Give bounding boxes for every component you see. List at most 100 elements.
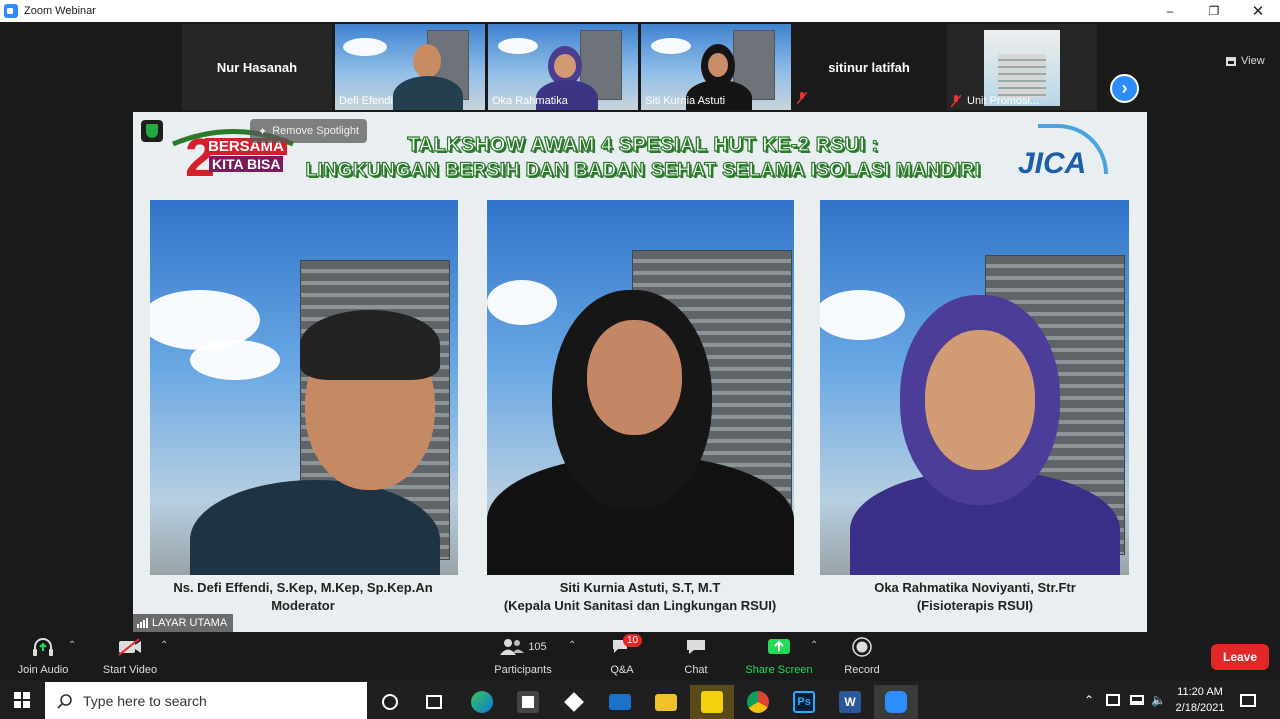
speaker-caption: Ns. Defi Effendi, S.Kep, M.Kep, Sp.Kep.A… (133, 579, 473, 615)
photoshop-icon[interactable]: Ps (782, 685, 826, 719)
windows-taskbar: Type here to search Ps W ⌃ 🔈 11:20 AM 2/… (0, 681, 1280, 719)
network-icon[interactable] (1130, 681, 1144, 719)
chat-label: Chat (684, 664, 708, 676)
volume-muted-icon[interactable]: 🔈 (1151, 681, 1166, 719)
share-options-caret-icon[interactable]: ⌃ (810, 640, 818, 651)
view-button[interactable]: View (1226, 55, 1265, 67)
participant-tile[interactable]: Unit Promosi... (947, 24, 1097, 110)
video-off-icon (118, 638, 141, 656)
record-button[interactable]: Record (840, 636, 884, 676)
join-audio-button[interactable]: Join Audio (12, 636, 74, 676)
qa-button[interactable]: 10 Q&A (600, 634, 644, 676)
speaker-name: Ns. Defi Effendi, S.Kep, M.Kep, Sp.Kep.A… (173, 580, 433, 595)
banner-title-line2: LINGKUNGAN BERSIH DAN BADAN SEHAT SELAMA… (305, 159, 981, 181)
headphones-icon (33, 638, 53, 656)
start-video-button[interactable]: Start Video (98, 636, 162, 676)
taskbar-clock[interactable]: 11:20 AM 2/18/2021 (1168, 684, 1232, 716)
share-screen-label: Share Screen (745, 664, 813, 676)
speaker-caption: Oka Rahmatika Noviyanti, Str.Ftr (Fisiot… (805, 579, 1145, 615)
muted-mic-icon (951, 95, 961, 107)
leave-button[interactable]: Leave (1211, 644, 1269, 670)
taskbar-search-box[interactable]: Type here to search (45, 682, 367, 719)
edge-browser-icon[interactable] (460, 685, 504, 719)
windows-start-icon[interactable] (14, 692, 30, 708)
window-titlebar: Zoom Webinar – ❐ ✕ (0, 0, 1280, 22)
banner-title-line1: TALKSHOW AWAM 4 SPESIAL HUT KE-2 RSUI : (407, 133, 879, 156)
participants-icon (500, 639, 525, 655)
speaker-name: Siti Kurnia Astuti, S.T, M.T (559, 580, 721, 595)
qa-label: Q&A (610, 664, 634, 676)
shield-icon (146, 124, 158, 138)
participant-name: Unit Promosi... (967, 95, 1040, 107)
store-icon[interactable] (506, 685, 550, 719)
logo-text-line: KITA BISA (209, 156, 284, 172)
signal-bars-icon (137, 618, 148, 628)
participant-tile[interactable]: sitinur latifah (794, 24, 944, 110)
speaker-name: Oka Rahmatika Noviyanti, Str.Ftr (874, 580, 1076, 595)
search-icon (57, 693, 72, 709)
speaker-video-panel (487, 200, 794, 575)
participant-name: Nur Hasanah (216, 59, 298, 75)
tray-overflow-icon[interactable]: ⌃ (1084, 681, 1094, 719)
spotlight-video-label: LAYAR UTAMA (133, 614, 233, 632)
participant-tile[interactable]: Siti Kurnia Astuti (641, 24, 791, 110)
qa-badge: 10 (623, 634, 643, 647)
meeting-toolbar: Join Audio ⌃ Start Video ⌃ 105 Participa… (0, 632, 1280, 681)
speaker-role: (Kepala Unit Sanitasi dan Lingkungan RSU… (503, 598, 777, 613)
jica-logo: JICA (1018, 147, 1087, 180)
share-screen-icon (768, 639, 790, 654)
participant-name: Defi Efendi (339, 95, 393, 107)
chat-icon (687, 640, 705, 654)
restore-button[interactable]: ❐ (1192, 0, 1236, 22)
participants-button[interactable]: 105 Participants (490, 636, 556, 676)
join-audio-label: Join Audio (17, 664, 69, 676)
spotlight-name: LAYAR UTAMA (152, 617, 228, 629)
audio-options-caret-icon[interactable]: ⌃ (68, 640, 76, 651)
cortana-icon[interactable] (368, 685, 412, 719)
record-label: Record (844, 664, 880, 676)
spotlight-icon: ✦ (258, 125, 268, 138)
participant-tile[interactable]: Defi Efendi (335, 24, 485, 110)
view-label: View (1241, 55, 1265, 67)
task-view-icon[interactable] (412, 685, 456, 719)
video-options-caret-icon[interactable]: ⌃ (160, 640, 168, 651)
next-page-arrow-button[interactable]: › (1110, 74, 1139, 103)
main-video-stage[interactable]: 2 BERSAMA KITA BISA ✦ Remove Spotlight T… (133, 112, 1147, 632)
speaker-caption: Siti Kurnia Astuti, S.T, M.T (Kepala Uni… (470, 579, 810, 615)
word-icon[interactable]: W (828, 685, 872, 719)
encryption-shield-badge[interactable] (141, 120, 163, 142)
participant-strip: Nur Hasanah Defi Efendi Oka Rahmatika Si… (0, 22, 1280, 112)
speaker-video-panel (820, 200, 1129, 575)
participants-count: 105 (528, 641, 547, 653)
participant-name: Oka Rahmatika (492, 95, 568, 107)
zoom-taskbar-icon[interactable] (874, 685, 918, 719)
participants-label: Participants (494, 664, 552, 676)
start-video-label: Start Video (102, 664, 158, 676)
notifications-icon[interactable] (1240, 681, 1256, 719)
sticky-notes-icon[interactable] (690, 685, 734, 719)
participant-name: Siti Kurnia Astuti (645, 95, 726, 107)
participants-options-caret-icon[interactable]: ⌃ (568, 640, 576, 651)
grid-view-icon (1226, 56, 1236, 66)
speaker-video-panel (150, 200, 458, 575)
clock-date: 2/18/2021 (1175, 702, 1225, 714)
clock-time: 11:20 AM (1177, 686, 1223, 698)
chat-button[interactable]: Chat (676, 636, 716, 676)
participant-name: sitinur latifah (828, 59, 910, 75)
record-icon (852, 637, 872, 657)
file-explorer-icon[interactable] (644, 685, 688, 719)
participant-tile[interactable]: Nur Hasanah (182, 24, 332, 110)
participant-tile[interactable]: Oka Rahmatika (488, 24, 638, 110)
window-title: Zoom Webinar (24, 5, 96, 17)
search-placeholder: Type here to search (83, 692, 207, 709)
close-button[interactable]: ✕ (1236, 0, 1280, 22)
minimize-button[interactable]: – (1148, 0, 1192, 22)
zoom-app-icon (4, 4, 18, 18)
share-screen-button[interactable]: Share Screen (744, 636, 814, 676)
chrome-icon[interactable] (736, 685, 780, 719)
tray-app-icon[interactable] (1106, 681, 1120, 719)
speaker-role: (Fisioterapis RSUI) (916, 598, 1034, 613)
speaker-role: Moderator (271, 598, 335, 613)
mail-icon[interactable] (598, 685, 642, 719)
dropbox-icon[interactable] (552, 685, 596, 719)
